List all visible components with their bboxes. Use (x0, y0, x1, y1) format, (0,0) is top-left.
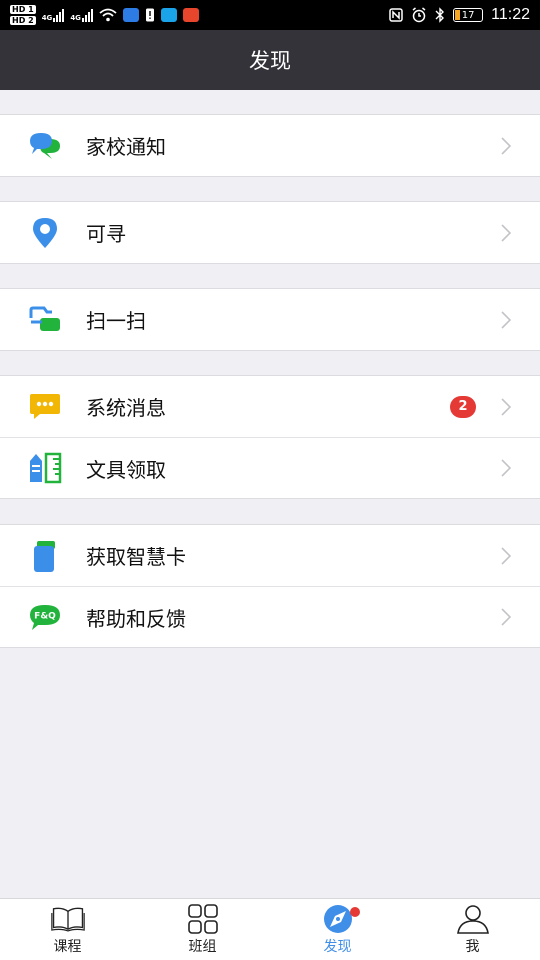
chevron-right-icon (501, 608, 512, 626)
menu-item-stationery[interactable]: 文具领取 (0, 437, 540, 498)
menu-group-2: 可寻 (0, 201, 540, 264)
bottom-tab-bar: 课程 班组 发现 我 (0, 898, 540, 960)
grid-icon (186, 903, 220, 934)
signal-icon: 4G (42, 8, 65, 22)
phone-alert-icon (145, 8, 154, 22)
bank-app-icon (182, 8, 199, 22)
status-right: 17 11:22 (389, 6, 530, 24)
status-left: HD 1 HD 2 4G 4G (10, 4, 199, 26)
page-header: 发现 (0, 30, 540, 90)
menu-item-label: 可寻 (86, 222, 126, 246)
chat-bubbles-icon (28, 129, 62, 163)
alarm-icon (412, 7, 426, 23)
signal-icon-2: 4G (70, 8, 93, 22)
battery-icon: 17 (453, 8, 484, 22)
battery-level: 17 (461, 9, 475, 21)
tab-label: 发现 (323, 938, 352, 955)
clock: 11:22 (491, 6, 530, 23)
menu-group-5: 获取智慧卡 F&Q 帮助和反馈 (0, 524, 540, 648)
book-icon (50, 904, 85, 934)
tab-courses[interactable]: 课程 (0, 899, 135, 960)
search-app-icon (160, 8, 177, 22)
chevron-right-icon (501, 459, 512, 477)
faq-icon-text: F&Q (34, 612, 56, 622)
tab-discover[interactable]: 发现 (270, 899, 405, 960)
menu-item-label: 帮助和反馈 (86, 606, 186, 631)
menu-item-system-messages[interactable]: 系统消息 2 (0, 376, 540, 437)
sim-indicators: HD 1 HD 2 (10, 4, 36, 26)
network-type-label: 4G (41, 14, 53, 22)
chevron-right-icon (501, 223, 512, 242)
tab-label: 课程 (53, 938, 82, 955)
bluetooth-icon (435, 7, 445, 23)
faq-icon: F&Q (28, 600, 62, 634)
message-dots-icon (28, 390, 62, 424)
tab-label: 我 (465, 938, 480, 955)
menu-group-3: 扫一扫 (0, 288, 540, 351)
status-bar: HD 1 HD 2 4G 4G 17 11:22 (0, 0, 540, 30)
tab-classes[interactable]: 班组 (135, 899, 270, 960)
sim2-label: HD 2 (10, 16, 36, 25)
chevron-right-icon (501, 310, 512, 329)
person-icon (456, 904, 490, 934)
menu-item-label: 家校通知 (86, 135, 166, 159)
sim1-label: HD 1 (10, 5, 36, 14)
chevron-right-icon (501, 546, 512, 565)
nfc-icon (389, 8, 403, 22)
menu-item-label: 文具领取 (86, 457, 166, 482)
unread-badge: 2 (450, 395, 476, 418)
menu-group-4: 系统消息 2 文具领取 (0, 375, 540, 499)
menu-item-findable[interactable]: 可寻 (0, 202, 540, 263)
menu-item-smart-card[interactable]: 获取智慧卡 (0, 525, 540, 586)
wifi-icon (99, 8, 117, 22)
menu-group-1: 家校通知 (0, 114, 540, 177)
menu-item-label: 获取智慧卡 (86, 545, 186, 569)
chevron-right-icon (501, 397, 512, 416)
tab-me[interactable]: 我 (405, 899, 540, 960)
notification-dot (350, 907, 360, 917)
chevron-right-icon (501, 136, 512, 155)
menu-item-help-feedback[interactable]: F&Q 帮助和反馈 (0, 586, 540, 647)
location-pin-icon (28, 216, 62, 250)
page-title: 发现 (249, 49, 291, 73)
stationery-icon (28, 451, 62, 485)
menu-item-scan[interactable]: 扫一扫 (0, 289, 540, 350)
network-type-label-2: 4G (70, 14, 81, 22)
smart-card-icon (28, 539, 62, 573)
menu-item-school-notice[interactable]: 家校通知 (0, 115, 540, 176)
tab-label: 班组 (188, 938, 217, 955)
shield-app-icon (122, 8, 139, 22)
scan-icon (28, 303, 62, 337)
menu-item-label: 扫一扫 (86, 309, 146, 333)
compass-icon (321, 904, 355, 934)
